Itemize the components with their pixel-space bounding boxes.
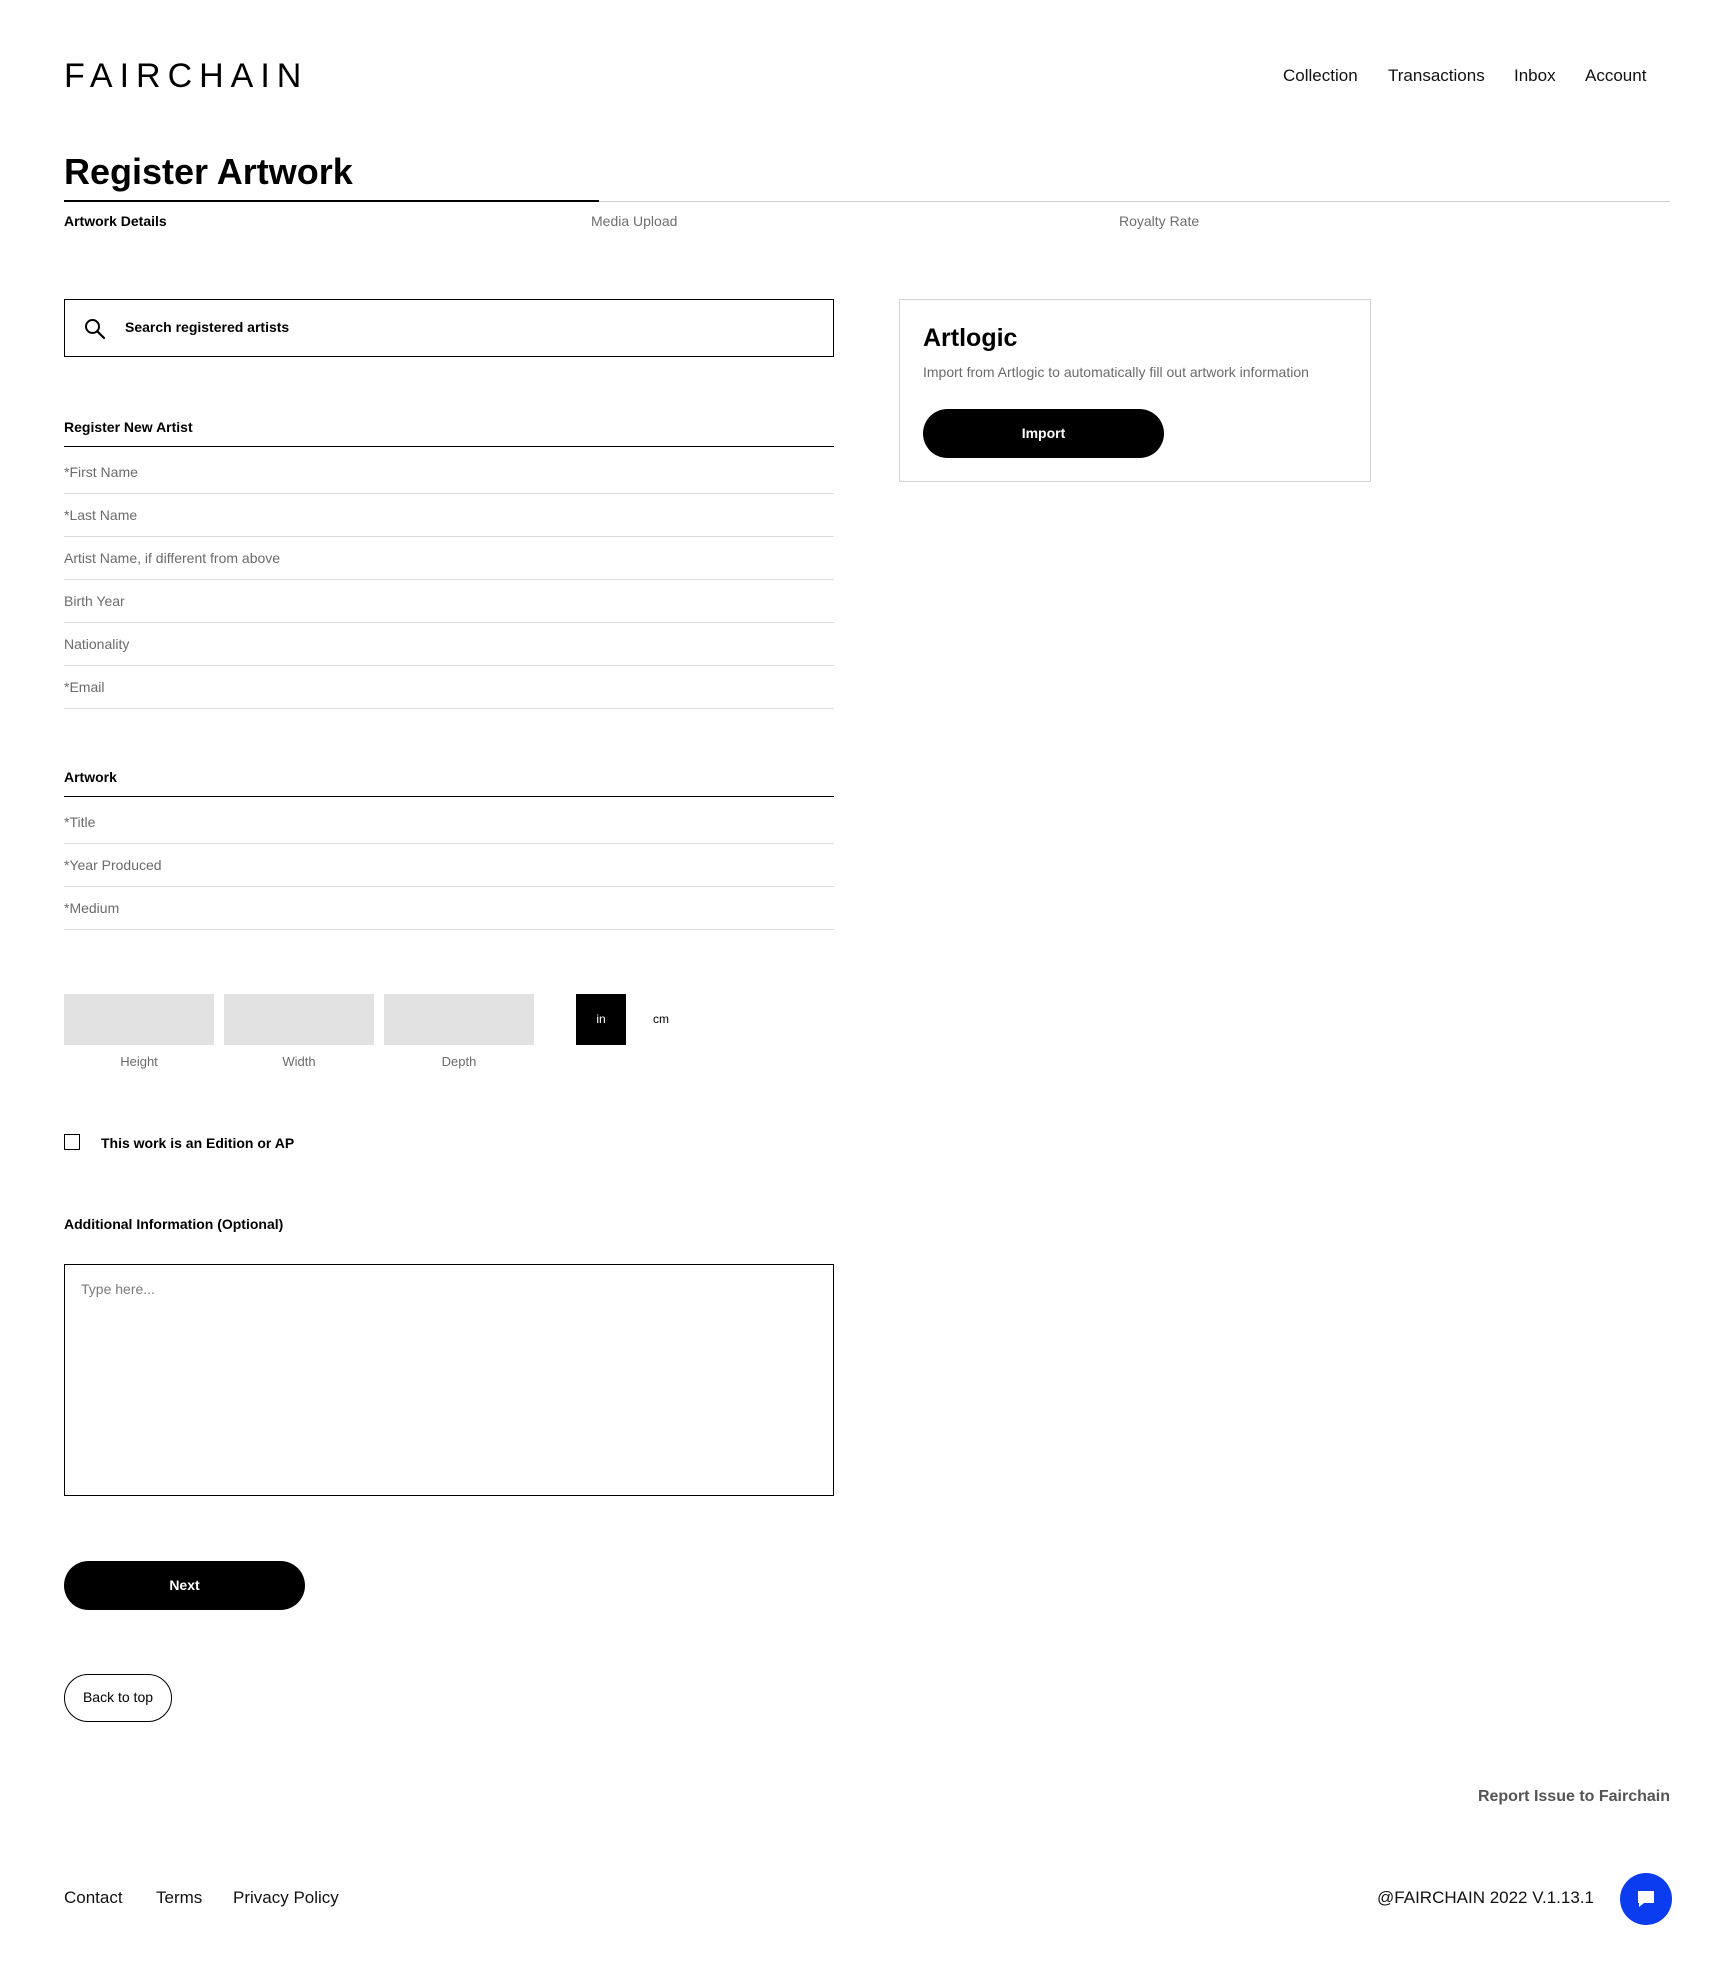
nav-inbox[interactable]: Inbox (1514, 64, 1556, 88)
title-field[interactable]: *Title (64, 801, 834, 844)
report-issue-link[interactable]: Report Issue to Fairchain (1478, 1788, 1670, 1806)
artist-name-field[interactable]: Artist Name, if different from above (64, 537, 834, 580)
birth-year-field[interactable]: Birth Year (64, 580, 834, 623)
email-field[interactable]: *Email (64, 666, 834, 709)
unit-inches-toggle[interactable]: in (576, 994, 626, 1045)
nav-collection[interactable]: Collection (1283, 64, 1358, 88)
nav-account[interactable]: Account (1585, 64, 1646, 88)
search-icon (85, 319, 106, 340)
step-media-upload[interactable]: Media Upload (591, 212, 677, 230)
edition-checkbox[interactable] (64, 1134, 80, 1150)
depth-label: Depth (441, 1054, 477, 1069)
page-title: Register Artwork (64, 151, 353, 192)
width-label: Width (282, 1054, 316, 1069)
depth-input[interactable] (384, 994, 534, 1045)
height-input[interactable] (64, 994, 214, 1045)
chat-icon (1638, 1891, 1654, 1907)
footer-terms-link[interactable]: Terms (156, 1886, 202, 1910)
search-artists-input[interactable]: Search registered artists (64, 299, 834, 357)
back-to-top-button[interactable]: Back to top (64, 1674, 172, 1722)
artlogic-title: Artlogic (923, 324, 1018, 352)
additional-info-label: Additional Information (Optional) (64, 1216, 284, 1232)
width-input[interactable] (224, 994, 374, 1045)
medium-field[interactable]: *Medium (64, 887, 834, 930)
first-name-field[interactable]: *First Name (64, 451, 834, 494)
footer-contact-link[interactable]: Contact (64, 1886, 123, 1910)
register-artist-heading: Register New Artist (64, 418, 834, 447)
next-button[interactable]: Next (64, 1561, 305, 1610)
chat-button[interactable] (1620, 1873, 1672, 1925)
additional-info-textarea[interactable]: Type here... (64, 1264, 834, 1496)
edition-checkbox-label[interactable]: This work is an Edition or AP (101, 1134, 294, 1152)
artlogic-card: Artlogic Import from Artlogic to automat… (899, 299, 1371, 482)
artwork-heading: Artwork (64, 768, 834, 797)
footer-privacy-link[interactable]: Privacy Policy (233, 1886, 339, 1910)
nationality-field[interactable]: Nationality (64, 623, 834, 666)
import-button[interactable]: Import (923, 409, 1164, 458)
search-placeholder: Search registered artists (125, 319, 290, 335)
height-label: Height (120, 1054, 158, 1069)
step-artwork-details[interactable]: Artwork Details (64, 212, 167, 230)
stepper-active-indicator (64, 200, 599, 202)
last-name-field[interactable]: *Last Name (64, 494, 834, 537)
step-royalty-rate[interactable]: Royalty Rate (1119, 212, 1199, 230)
textarea-placeholder: Type here... (81, 1281, 155, 1297)
nav-transactions[interactable]: Transactions (1388, 64, 1485, 88)
artlogic-description: Import from Artlogic to automatically fi… (923, 364, 1309, 380)
fairchain-logo[interactable]: FAIRCHAIN (64, 56, 308, 96)
copyright-text: @FAIRCHAIN 2022 V.1.13.1 (1377, 1888, 1594, 1907)
unit-cm-toggle[interactable]: cm (640, 994, 682, 1045)
year-produced-field[interactable]: *Year Produced (64, 844, 834, 887)
